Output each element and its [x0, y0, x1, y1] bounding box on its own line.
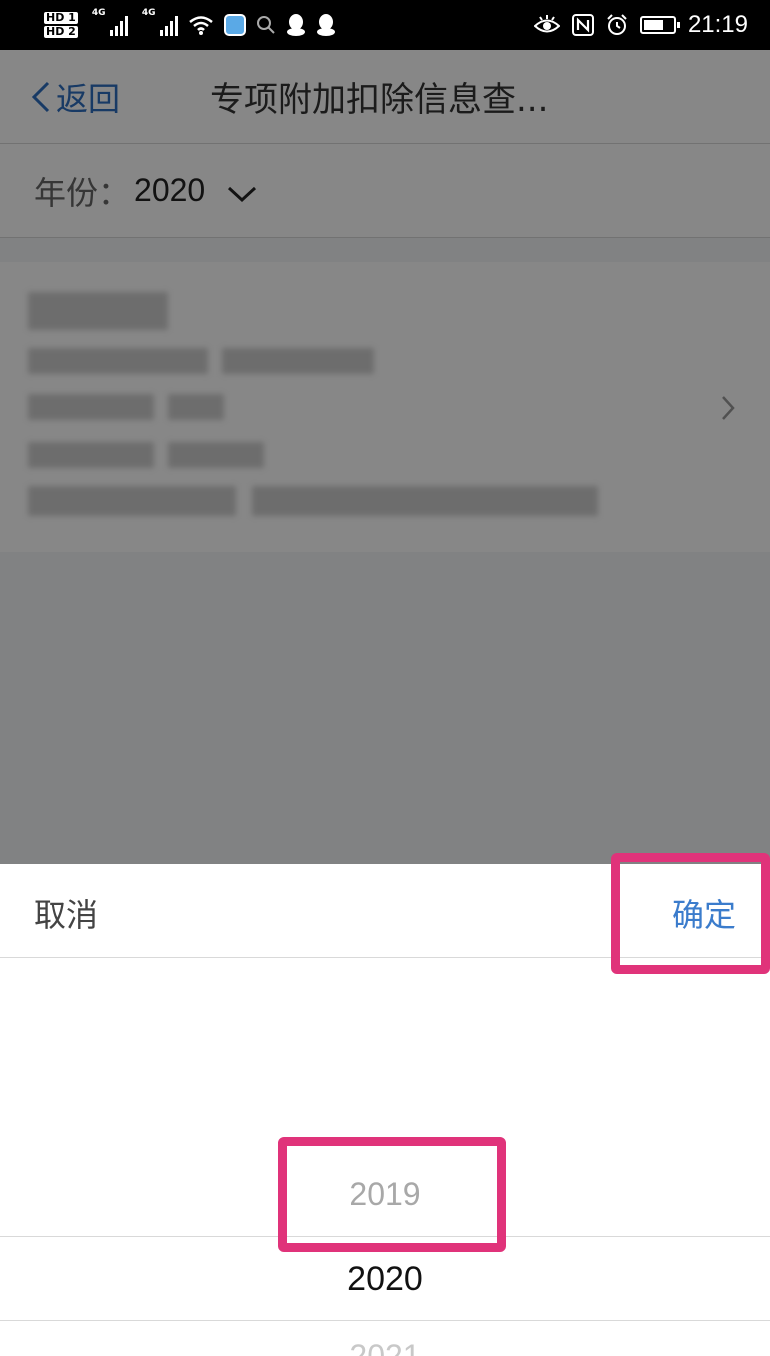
app-icon	[223, 14, 246, 36]
status-right: 21:19	[533, 11, 748, 39]
signal-icon: 4G	[92, 8, 128, 36]
alarm-icon	[607, 14, 627, 35]
wifi-icon	[189, 16, 213, 35]
hd-badge-2: HD 2	[44, 25, 78, 38]
nfc-icon	[571, 14, 594, 36]
hd-badges: HD 1 HD 2	[44, 12, 78, 38]
picker-option-selected[interactable]: 2020	[0, 1260, 770, 1299]
cancel-button[interactable]: 取消	[34, 890, 98, 936]
status-left: HD 1 HD 2 4G 4G	[44, 8, 336, 38]
status-time: 21:19	[687, 11, 748, 38]
battery-icon	[639, 16, 680, 34]
qq-icon	[286, 14, 305, 36]
status-bar: HD 1 HD 2 4G 4G 21:19	[0, 0, 770, 50]
selection-line-bottom	[0, 1320, 770, 1321]
screen: HD 1 HD 2 4G 4G 21:19 返回 专项附加扣除信息查... 年份…	[0, 0, 770, 1356]
eye-icon	[533, 15, 560, 33]
qq-icon	[316, 14, 335, 36]
search-icon	[256, 16, 275, 34]
highlight-box	[611, 853, 770, 974]
signal-icon: 4G	[142, 8, 178, 36]
network-label-2: 4G	[141, 8, 156, 18]
hd-badge-1: HD 1	[44, 11, 78, 24]
network-label-1: 4G	[91, 8, 106, 18]
picker-option[interactable]: 2021	[0, 1338, 770, 1356]
highlight-box	[278, 1137, 506, 1252]
modal-overlay[interactable]	[0, 50, 770, 864]
